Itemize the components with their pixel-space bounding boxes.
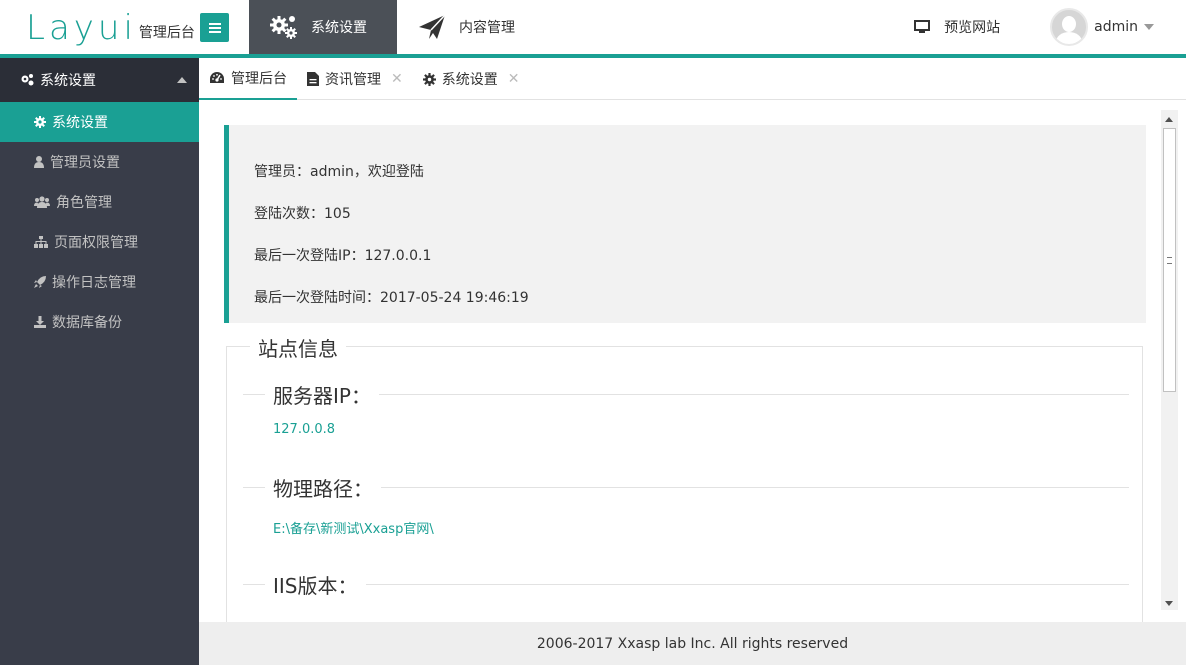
- sidebar-item-label: 页面权限管理: [54, 235, 138, 251]
- tab-bar: 管理后台 资讯管理 ✕ 系统设置 ✕: [199, 58, 1186, 100]
- gear-icon: [34, 116, 46, 128]
- sidebar-item-operation-logs[interactable]: 操作日志管理: [0, 262, 199, 302]
- sidebar-item-label: 角色管理: [56, 195, 112, 211]
- scroll-up-icon[interactable]: [1165, 117, 1173, 122]
- preview-site-link[interactable]: 预览网站: [914, 17, 1000, 37]
- sidebar-item-label: 管理员设置: [50, 155, 120, 171]
- sidebar-item-admin-settings[interactable]: 管理员设置: [0, 142, 199, 182]
- header-right: 预览网站 admin: [914, 0, 1186, 54]
- content-scrollbar[interactable]: [1161, 110, 1178, 610]
- logo-text: Layui: [26, 8, 137, 48]
- menu-toggle-button[interactable]: [200, 13, 229, 42]
- sidebar-item-database-backup[interactable]: 数据库备份: [0, 302, 199, 342]
- sidebar-group-system-settings[interactable]: 系统设置: [0, 58, 199, 102]
- paper-plane-icon: [419, 14, 446, 39]
- sidebar-item-label: 系统设置: [52, 115, 108, 131]
- avatar: [1050, 8, 1089, 46]
- hamburger-icon: [208, 26, 221, 29]
- iis-version-label: IIS版本：: [265, 570, 366, 599]
- scroll-thumb[interactable]: [1163, 128, 1176, 392]
- tab-dashboard[interactable]: 管理后台: [199, 58, 297, 100]
- close-icon[interactable]: ✕: [508, 71, 520, 87]
- topnav-system-settings[interactable]: 系统设置: [249, 0, 397, 54]
- topnav-content-management[interactable]: 内容管理: [397, 0, 535, 54]
- welcome-panel: 管理员：admin，欢迎登陆 登陆次数：105 最后一次登陆IP：127.0.0…: [224, 125, 1146, 323]
- last-login-ip: 最后一次登陆IP：127.0.0.1: [254, 248, 432, 264]
- sidebar-item-label: 操作日志管理: [52, 275, 136, 291]
- physical-path-label: 物理路径：: [265, 473, 381, 502]
- physical-path-value: E:\备存\新测试\Xxasp官网\: [273, 522, 434, 537]
- tab-label: 管理后台: [231, 71, 287, 87]
- topnav-label: 内容管理: [459, 20, 515, 36]
- top-nav: 系统设置 内容管理: [249, 0, 535, 54]
- login-count: 登陆次数：105: [254, 206, 351, 222]
- user-menu[interactable]: admin: [1050, 8, 1154, 46]
- scroll-down-icon[interactable]: [1165, 601, 1173, 606]
- download-icon: [34, 316, 46, 328]
- main-content: 管理员：admin，欢迎登陆 登陆次数：105 最后一次登陆IP：127.0.0…: [199, 100, 1186, 622]
- tab-label: 系统设置: [441, 72, 498, 88]
- gear-icon: [422, 72, 436, 86]
- sidebar-item-role-management[interactable]: 角色管理: [0, 182, 199, 222]
- file-icon: [307, 72, 319, 86]
- tab-label: 资讯管理: [325, 72, 381, 88]
- iis-version-heading: IIS版本：: [243, 570, 1129, 600]
- last-login-time: 最后一次登陆时间：2017-05-24 19:46:19: [254, 290, 529, 306]
- gears-icon: [21, 74, 34, 86]
- rocket-icon: [34, 276, 46, 288]
- server-ip-heading: 服务器IP：: [243, 380, 1129, 410]
- chevron-down-icon: [1144, 24, 1154, 30]
- footer: 2006-2017 Xxasp lab Inc. All rights rese…: [199, 622, 1186, 665]
- sidebar-item-page-permissions[interactable]: 页面权限管理: [0, 222, 199, 262]
- sidebar-group-label: 系统设置: [40, 73, 96, 89]
- users-icon: [34, 196, 50, 208]
- sidebar-item-label: 数据库备份: [52, 315, 122, 331]
- gears-icon: [270, 16, 297, 39]
- server-ip-value: 127.0.0.8: [273, 422, 336, 437]
- logo[interactable]: Layui 管理后台: [26, 8, 195, 48]
- sidebar-item-system-settings[interactable]: 系统设置: [0, 102, 199, 142]
- chevron-up-icon: [177, 77, 187, 83]
- monitor-icon: [914, 20, 931, 33]
- admin-greeting: 管理员：admin，欢迎登陆: [254, 164, 424, 180]
- site-info-title: 站点信息: [250, 333, 346, 362]
- preview-label: 预览网站: [944, 20, 1001, 36]
- physical-path-heading: 物理路径：: [243, 473, 1129, 503]
- dashboard-icon: [210, 72, 224, 83]
- sitemap-icon: [34, 236, 48, 248]
- site-info-section: 站点信息 服务器IP： 127.0.0.8 物理路径： E:\备存\新测试\Xx…: [226, 333, 1143, 622]
- sidebar: 系统设置 系统设置 管理员设置 角色管理 页面权限管理 操作日志管理 数据库备份: [0, 58, 199, 665]
- topnav-label: 系统设置: [311, 20, 367, 36]
- user-icon: [34, 156, 44, 168]
- copyright-text: 2006-2017 Xxasp lab Inc. All rights rese…: [536, 635, 849, 652]
- top-header: Layui 管理后台 系统设置 内容管理 预览网站 admin: [0, 0, 1186, 58]
- close-icon[interactable]: ✕: [391, 71, 403, 87]
- user-name: admin: [1094, 19, 1138, 35]
- tab-news-management[interactable]: 资讯管理 ✕: [297, 58, 413, 100]
- tab-system-settings[interactable]: 系统设置 ✕: [413, 58, 530, 100]
- logo-subtitle: 管理后台: [138, 25, 195, 41]
- server-ip-label: 服务器IP：: [265, 380, 379, 409]
